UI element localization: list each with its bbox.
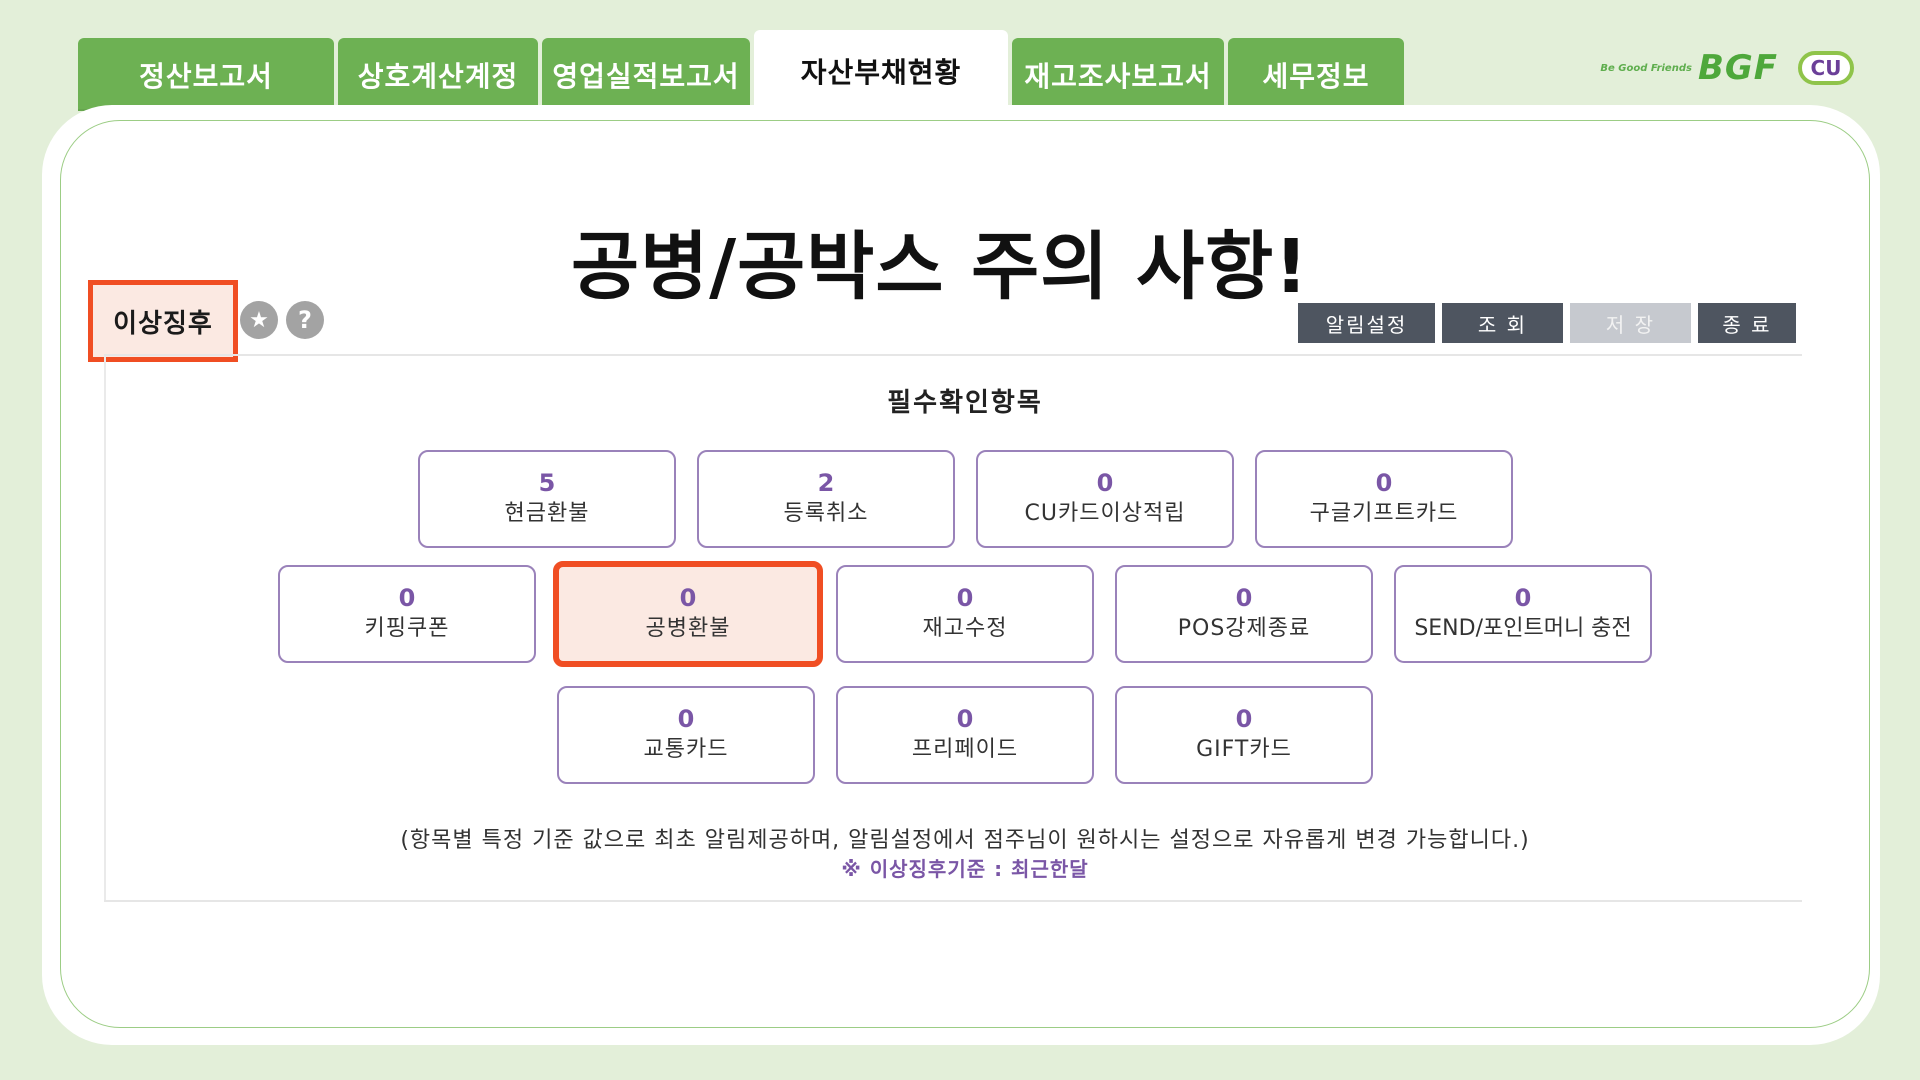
toolbar-divider [104, 354, 1802, 356]
item-label: 공병환불 [645, 616, 731, 641]
headline: 공병/공박스 주의 사항! [570, 224, 1310, 310]
item-label: CU카드이상적립 [1024, 501, 1186, 526]
item-count: 0 [398, 584, 416, 612]
item-label: 프리페이드 [911, 737, 1019, 762]
item-gift-card[interactable]: 0 GIFT카드 [1115, 686, 1373, 784]
panel-bottom-border [104, 900, 1802, 902]
item-label: 현금환불 [504, 501, 590, 526]
close-button[interactable]: 종 료 [1698, 303, 1796, 343]
item-label: GIFT카드 [1196, 737, 1292, 762]
item-label: 구글기프트카드 [1309, 501, 1459, 526]
search-button[interactable]: 조 회 [1442, 303, 1563, 343]
section-title: 필수확인항목 [887, 388, 1043, 418]
help-icon[interactable]: ? [286, 301, 324, 339]
item-label: 재고수정 [922, 616, 1008, 641]
item-pos-force-close[interactable]: 0 POS강제종료 [1115, 565, 1373, 663]
item-count: 5 [538, 469, 556, 497]
panel-left-border [104, 356, 106, 902]
item-count: 2 [817, 469, 835, 497]
item-label: 교통카드 [643, 737, 729, 762]
item-count: 0 [677, 705, 695, 733]
item-send-point-charge[interactable]: 0 SEND/포인트머니 충전 [1394, 565, 1652, 663]
item-count: 0 [956, 705, 974, 733]
item-count: 0 [1514, 584, 1532, 612]
screen-title-box: 이상징후 [88, 280, 238, 362]
star-icon[interactable]: ★ [240, 301, 278, 339]
toolbar: 알림설정 조 회 저 장 종 료 [1298, 303, 1796, 343]
item-label: SEND/포인트머니 충전 [1414, 616, 1632, 641]
item-inventory-edit[interactable]: 0 재고수정 [836, 565, 1094, 663]
item-cash-refund[interactable]: 5 현금환불 [418, 450, 676, 548]
item-registration-cancel[interactable]: 2 등록취소 [697, 450, 955, 548]
item-count: 0 [1235, 705, 1253, 733]
item-keeping-coupon[interactable]: 0 키핑쿠폰 [278, 565, 536, 663]
item-transit-card[interactable]: 0 교통카드 [557, 686, 815, 784]
screen-title: 이상징후 [113, 308, 213, 339]
item-google-gift-card[interactable]: 0 구글기프트카드 [1255, 450, 1513, 548]
item-count: 0 [679, 584, 697, 612]
item-prepaid[interactable]: 0 프리페이드 [836, 686, 1094, 784]
alert-settings-button[interactable]: 알림설정 [1298, 303, 1435, 343]
item-cu-card-abnormal[interactable]: 0 CU카드이상적립 [976, 450, 1234, 548]
item-count: 0 [1235, 584, 1253, 612]
item-label: POS강제종료 [1177, 616, 1311, 641]
item-count: 0 [956, 584, 974, 612]
anomaly-criteria-text: ※ 이상징후기준 : 최근한달 [841, 857, 1089, 881]
item-label: 키핑쿠폰 [364, 616, 450, 641]
item-count: 0 [1096, 469, 1114, 497]
save-button[interactable]: 저 장 [1570, 303, 1691, 343]
notice-text: (항목별 특정 기준 값으로 최초 알림제공하며, 알림설정에서 점주님이 원하… [400, 828, 1530, 853]
item-bottle-refund[interactable]: 0 공병환불 [553, 561, 823, 667]
item-label: 등록취소 [783, 501, 869, 526]
item-count: 0 [1375, 469, 1393, 497]
